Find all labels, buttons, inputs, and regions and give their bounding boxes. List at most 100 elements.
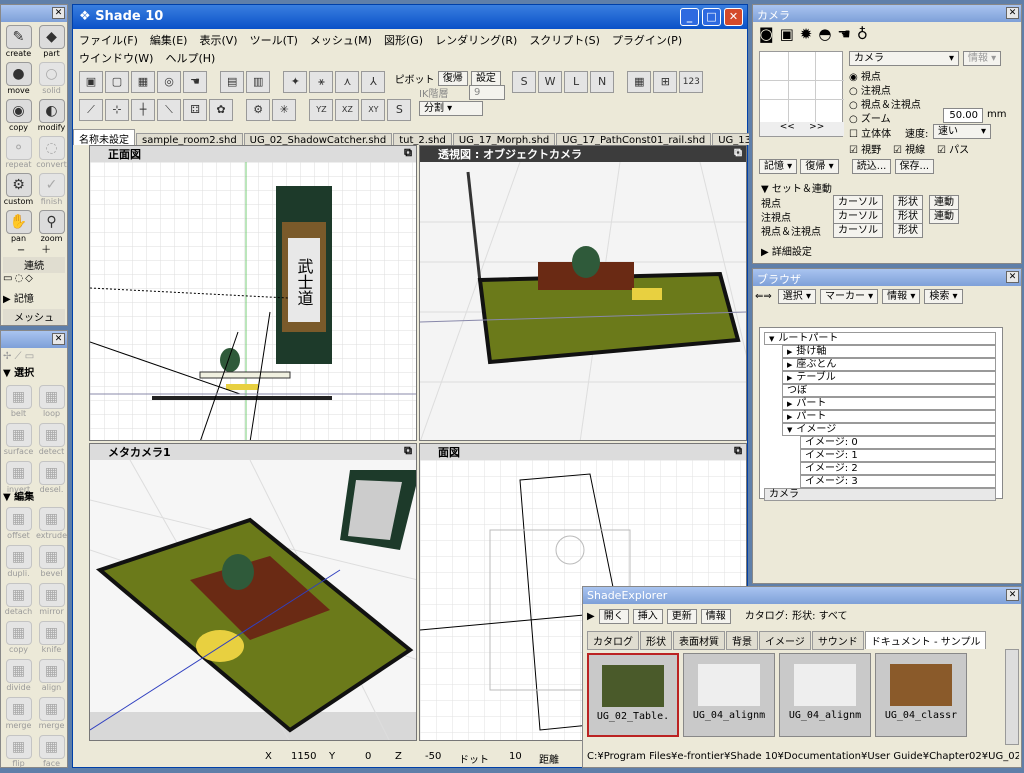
metacamera-viewport[interactable]: メタカメラ1 ⧉ [89,443,417,741]
display-checkbox[interactable]: ☑ 視野 [849,141,881,156]
tree-node[interactable]: ▶ 掛け軸 [782,345,996,358]
sun-icon[interactable]: ✹ [800,25,819,43]
modify-tool-bevel[interactable]: ▦ bevel [35,543,68,583]
mesh-icon[interactable]: ⚃ [183,99,207,121]
tool-finish[interactable]: ✓ finish [35,171,68,211]
modify-tool-copy[interactable]: ▦ copy [2,619,35,659]
snap-tools-row[interactable]: ▭◌◇ [3,273,65,289]
cursor-button[interactable]: カーソル [833,223,883,238]
modify-tool-divide[interactable]: ▦ divide [2,657,35,697]
zoom-input[interactable]: 50.00 [943,108,983,123]
shape-button[interactable]: 形状 [893,195,923,210]
document-tab[interactable]: 名称未設定 [73,129,135,145]
explorer-tab[interactable]: サウンド [811,631,864,650]
memory-button[interactable]: 記憶 ▾ [759,159,798,174]
document-tab[interactable]: UG_17_PathConst01_rail.shd [556,133,712,145]
view-radio[interactable]: ○ ズーム [849,110,891,125]
front-viewport[interactable]: 正面図 ⧉ 武士道 [89,145,417,441]
joint-icon[interactable]: ✦ [283,71,308,93]
close-icon[interactable]: ✕ [52,333,65,345]
thumbnail[interactable]: UG_02_Table. [587,653,679,737]
save-button[interactable]: 保存... [894,159,935,174]
modify-tool-surface[interactable]: ▦ surface [2,421,35,461]
explorer-tab[interactable]: 表面材質 [673,631,725,650]
bulb-icon[interactable]: ◓ [818,25,837,43]
s-icon[interactable]: S [512,71,537,93]
sphere-icon[interactable]: ◎ [157,71,181,93]
star-icon[interactable]: ✳ [272,99,297,121]
thumbnail[interactable]: UG_04_alignm [683,653,775,737]
maximize-icon[interactable]: □ [702,8,721,26]
view-radio[interactable]: ○ 視点＆注視点 [849,96,921,111]
select-section-header[interactable]: ▼ 選択 [3,364,65,380]
close-icon[interactable]: ✕ [1006,271,1019,283]
modify-tool-invert[interactable]: ▦ invert [2,459,35,499]
modify-tool-merge[interactable]: ▦ merge [2,695,35,735]
modify-tool-detach[interactable]: ▦ detach [2,581,35,621]
modify-tool-offset[interactable]: ▦ offset [2,505,35,545]
thumbnail[interactable]: UG_04_alignm [779,653,871,737]
document-tab[interactable]: UG_17_Morph.shd [452,133,556,145]
nodes-icon[interactable]: ⊹ [105,99,129,121]
tree-node[interactable]: ▼ イメージ [782,423,996,436]
cube-icon[interactable]: ▣ [79,71,103,93]
tool-solid[interactable]: ○ solid [35,60,68,100]
shape-button[interactable]: 形状 [893,223,923,238]
tree-node[interactable]: イメージ: 0 [800,436,996,449]
expand-arrow-icon[interactable]: ▶ [787,348,792,356]
yz-icon[interactable]: YZ [309,99,334,121]
flower-icon[interactable]: ✿ [209,99,233,121]
camera-select[interactable]: カメラ ▾ [849,51,959,66]
select-icon[interactable]: ▤ [220,71,245,93]
cursor-button[interactable]: カーソル [833,195,883,210]
catalog-value[interactable]: 形状: すべて [792,611,847,622]
tool-repeat[interactable]: ⚬ repeat [2,134,35,174]
menu-item[interactable]: 図形(G) [384,34,423,47]
tree-node[interactable]: イメージ: 1 [800,449,996,462]
set-link-section[interactable]: ▼ セット＆連動 [761,180,832,195]
explorer-button[interactable]: 挿入 [632,609,663,624]
menu-item[interactable]: 編集(E) [150,34,188,47]
close-icon[interactable]: ✕ [724,8,743,26]
modify-tool-merge[interactable]: ▦ merge [35,695,68,735]
tree-node[interactable]: イメージ: 3 [800,475,996,488]
cursor-button[interactable]: カーソル [833,209,883,224]
close-icon[interactable]: ✕ [1006,7,1019,19]
xz-icon[interactable]: XZ [335,99,360,121]
menu-item[interactable]: ウインドウ(W) [79,52,153,65]
restore-button[interactable]: 復帰 [437,71,468,86]
perspective-viewport[interactable]: 透視図 : オブジェクトカメラ ⧉ [419,145,747,441]
expand-arrow-icon[interactable]: ▶ [787,361,792,369]
tree-node[interactable]: ▼ ルートパート [764,332,996,345]
restore-button[interactable]: 復帰 ▾ [800,159,839,174]
explorer-tab[interactable]: 背景 [726,631,758,650]
detail-settings-section[interactable]: ▶ 詳細設定 [761,243,812,258]
hand-icon[interactable]: ☚ [183,71,207,93]
modify-tool-align[interactable]: ▦ align [35,657,68,697]
close-icon[interactable]: ✕ [52,7,65,19]
viewport-cube-icon[interactable]: ⧉ [734,444,742,458]
tree-node[interactable]: ▶ パート [782,397,996,410]
back-icon[interactable]: ⇐⇒ [755,291,772,302]
speed-select[interactable]: 速い ▾ [933,124,991,139]
tool-copy[interactable]: ◉ copy [2,97,35,137]
document-tab[interactable]: sample_room2.shd [136,133,243,145]
tree-node[interactable]: ▶ 座ぶとん [782,358,996,371]
expand-arrow-icon[interactable]: ▶ [787,413,792,421]
browser-toolbar-button[interactable]: マーカー ▾ [819,289,879,304]
link-button[interactable]: 連動 [929,195,959,210]
tree-node[interactable]: ▶ パート [782,410,996,423]
info-select[interactable]: 情報 ▾ [963,51,1002,66]
n-icon[interactable]: N [590,71,615,93]
menu-item[interactable]: ツール(T) [250,34,298,47]
browser-toolbar-button[interactable]: 検索 ▾ [924,289,963,304]
explorer-scrollbar[interactable] [1005,649,1019,745]
shape-button[interactable]: 形状 [893,209,923,224]
setting-button[interactable]: 設定 [470,71,501,86]
expand-arrow-icon[interactable]: ▶ [787,400,792,408]
calculator-icon[interactable]: ▦ [627,71,652,93]
minus-icon[interactable]: − [17,245,25,256]
document-tab[interactable]: UG_13_Bottle [712,133,749,145]
modify-tool-desel[interactable]: ▦ desel. [35,459,68,499]
minimize-icon[interactable]: _ [680,8,699,26]
